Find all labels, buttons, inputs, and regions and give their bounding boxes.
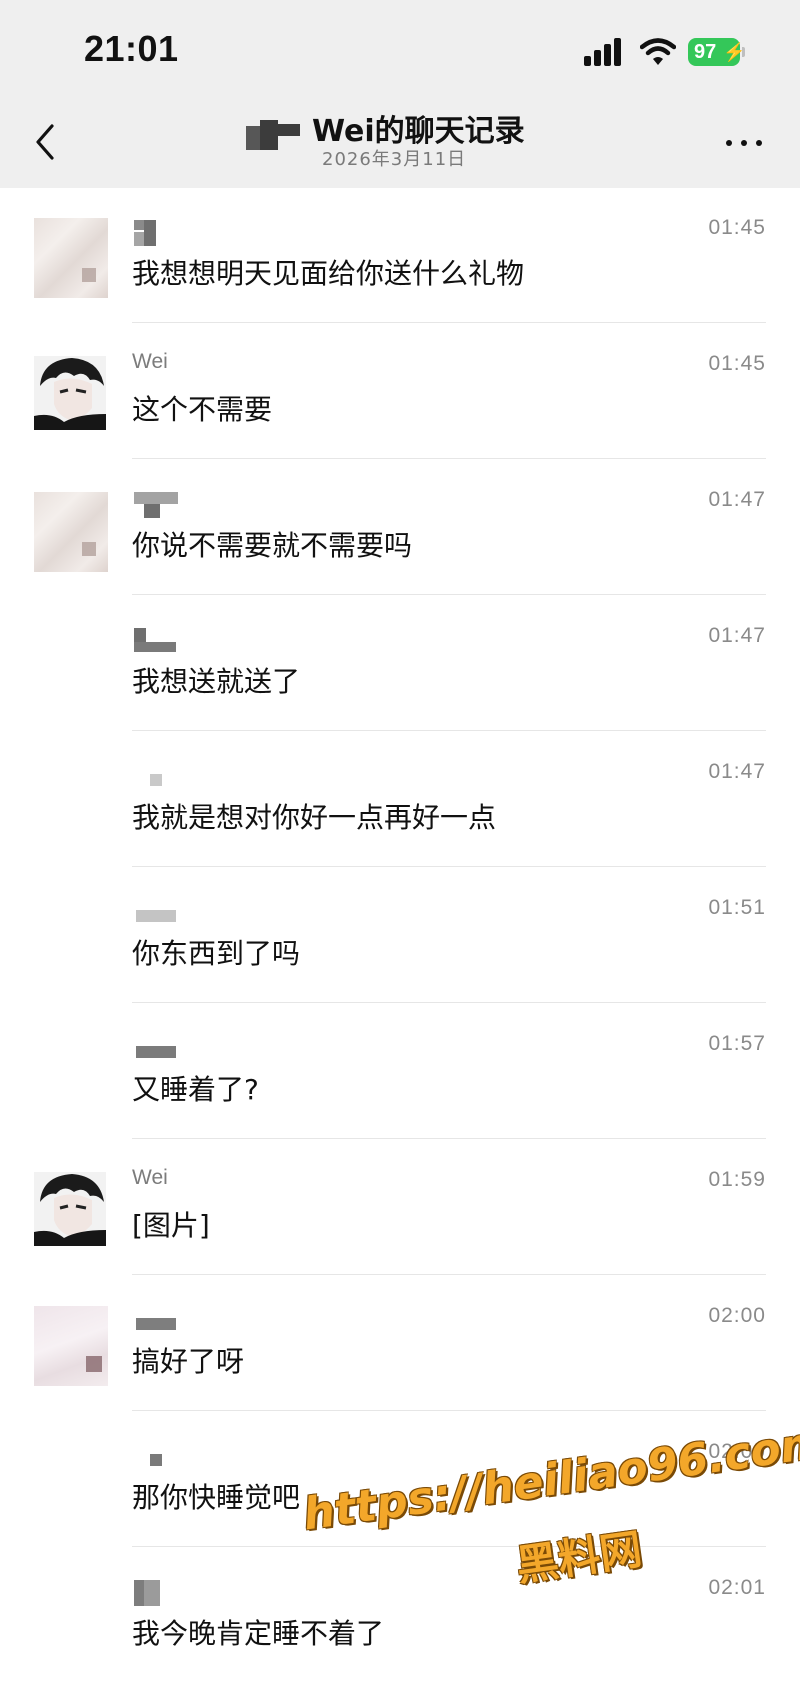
- list-item[interactable]: 02:00 搞好了呀: [0, 1276, 800, 1412]
- message-text: 我今晚肯定睡不着了: [132, 1617, 385, 1650]
- avatar: [34, 492, 108, 572]
- divider: [132, 594, 766, 595]
- battery-indicator: 97 ⚡: [688, 38, 745, 66]
- divider: [132, 1138, 766, 1139]
- divider: [132, 1274, 766, 1275]
- chat-date: 2026年3月11日: [322, 149, 467, 170]
- message-text: 我想送就送了: [132, 665, 301, 698]
- message-text: 搞好了呀: [132, 1345, 245, 1378]
- list-item[interactable]: 01:47 我就是想对你好一点再好一点: [0, 732, 800, 868]
- list-item[interactable]: Wei 01:45 这个不需要: [0, 324, 800, 460]
- anime-avatar-icon: [34, 1172, 106, 1246]
- message-text: 这个不需要: [132, 393, 273, 426]
- sender-name: Wei: [132, 1166, 168, 1189]
- back-button[interactable]: [30, 120, 62, 164]
- avatar: [34, 356, 106, 430]
- list-item[interactable]: 01:47 你说不需要就不需要吗: [0, 460, 800, 596]
- avatar: [34, 1306, 108, 1386]
- divider: [132, 1546, 766, 1547]
- message-time: 01:47: [708, 760, 766, 783]
- message-time: 01:47: [708, 624, 766, 647]
- message-time: 01:47: [708, 488, 766, 511]
- list-item[interactable]: 01:45 我想想明天见面给你送什么礼物: [0, 188, 800, 324]
- chat-history-list: 01:45 我想想明天见面给你送什么礼物 Wei 01:45 这个不需要 01:…: [0, 188, 800, 1662]
- divider: [132, 730, 766, 731]
- message-time: 02:00: [708, 1304, 766, 1327]
- message-time: 01:57: [708, 1032, 766, 1055]
- divider: [132, 458, 766, 459]
- cellular-signal-icon: [584, 38, 626, 66]
- list-item[interactable]: Wei 01:59 [图片]: [0, 1140, 800, 1276]
- message-time: 01:51: [708, 896, 766, 919]
- list-item[interactable]: 01:47 我想送就送了: [0, 596, 800, 732]
- message-text: 我想想明天见面给你送什么礼物: [132, 257, 525, 290]
- status-time: 21:01: [84, 28, 179, 69]
- battery-level: 97: [694, 41, 717, 63]
- message-text: 你说不需要就不需要吗: [132, 529, 413, 562]
- message-time: 02:00: [708, 1440, 766, 1463]
- message-text: 我就是想对你好一点再好一点: [132, 801, 497, 834]
- divider: [132, 866, 766, 867]
- avatar: [34, 1172, 106, 1246]
- message-time: 02:01: [708, 1576, 766, 1599]
- divider: [132, 1002, 766, 1003]
- list-item[interactable]: 02:00 那你快睡觉吧: [0, 1412, 800, 1548]
- avatar: [34, 218, 108, 298]
- status-bar: 21:01 97 ⚡: [0, 0, 800, 90]
- anime-avatar-icon: [34, 356, 106, 430]
- message-time: 01:59: [708, 1168, 766, 1191]
- list-item[interactable]: 01:51 你东西到了吗: [0, 868, 800, 1004]
- message-text: 那你快睡觉吧: [132, 1481, 301, 1514]
- message-time: 01:45: [708, 216, 766, 239]
- message-time: 01:45: [708, 352, 766, 375]
- message-text[interactable]: [图片]: [132, 1204, 210, 1244]
- more-options-button[interactable]: [724, 128, 764, 156]
- sender-name: Wei: [132, 350, 168, 373]
- wifi-icon: [640, 38, 676, 65]
- list-item[interactable]: 01:57 又睡着了?: [0, 1004, 800, 1140]
- list-item[interactable]: 02:01 我今晚肯定睡不着了: [0, 1548, 800, 1684]
- divider: [132, 1410, 766, 1411]
- message-text: 又睡着了?: [132, 1073, 259, 1106]
- message-text: 你东西到了吗: [132, 937, 301, 970]
- battery-cap: [742, 47, 745, 57]
- divider: [132, 322, 766, 323]
- redacted-name-mosaic: [246, 120, 300, 150]
